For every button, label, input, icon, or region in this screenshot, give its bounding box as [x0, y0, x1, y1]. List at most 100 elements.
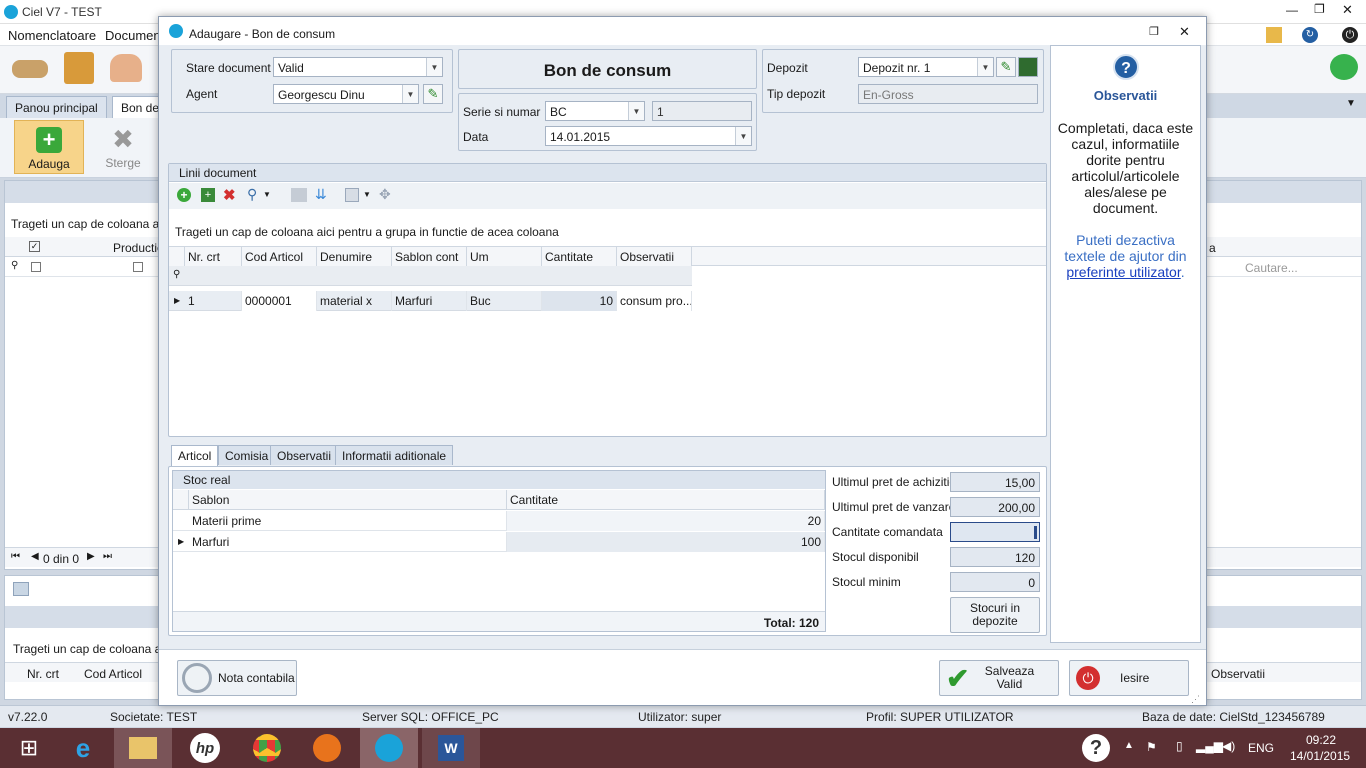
col-cod-articol[interactable]: Cod Articol: [242, 247, 317, 267]
text-cursor: [1034, 526, 1037, 539]
table-row[interactable]: ▶ 1 0000001 material x Marfuri Buc 10 co…: [169, 291, 692, 311]
layout-icon[interactable]: [13, 582, 29, 596]
signal-icon[interactable]: ▂▄▆: [1196, 739, 1223, 753]
col-nr-crt[interactable]: Nr. crt: [185, 247, 242, 267]
taskbar-chrome[interactable]: [238, 728, 296, 768]
chevron-down-icon[interactable]: ▼: [628, 102, 644, 120]
col-sablon-cont[interactable]: Sablon cont: [392, 247, 467, 267]
observatii-text: Completati, daca este cazul, informatiil…: [1057, 120, 1194, 216]
network-icon[interactable]: ⚑: [1146, 740, 1157, 754]
chevron-down-icon[interactable]: ▼: [1346, 98, 1356, 109]
chat-bubble-icon[interactable]: [1330, 54, 1358, 80]
import-icon[interactable]: ⇊: [315, 186, 327, 203]
handshake-icon[interactable]: [12, 60, 48, 78]
nav-next-icon[interactable]: ▶: [87, 551, 95, 562]
col-cantitate[interactable]: Cantitate: [542, 247, 617, 267]
edit-pencil-icon[interactable]: ✎: [423, 84, 443, 104]
add-button[interactable]: + Adauga: [14, 120, 84, 174]
tab-comisia[interactable]: Comisia: [218, 445, 276, 465]
search-placeholder[interactable]: Cautare...: [1245, 261, 1298, 275]
taskbar-hp[interactable]: hp: [176, 728, 234, 768]
restore-icon[interactable]: ❐: [1314, 2, 1325, 16]
help-icon[interactable]: ?: [1082, 734, 1110, 762]
start-button[interactable]: ⊞: [0, 728, 58, 768]
dialog-close-icon[interactable]: ✕: [1179, 24, 1190, 40]
menu-nomenclatoare[interactable]: Nomenclatoare: [8, 28, 96, 43]
col-fragment: a: [1209, 241, 1216, 255]
chevron-down-icon[interactable]: ▼: [402, 85, 418, 103]
folder-icon: [129, 737, 157, 759]
nav-first-icon[interactable]: ⏮: [11, 551, 20, 562]
help-circle-icon[interactable]: ↻: [1302, 27, 1318, 43]
depozit-select[interactable]: Depozit nr. 1 ▼: [858, 57, 994, 77]
add-multiple-icon[interactable]: +: [201, 188, 215, 202]
filter-checkbox-2[interactable]: [133, 262, 143, 272]
power-icon[interactable]: ⏻: [1342, 27, 1358, 43]
delete-line-icon[interactable]: ✖: [223, 186, 236, 204]
comandata-input[interactable]: [950, 522, 1040, 542]
clock-date[interactable]: 14/01/2015: [1290, 749, 1350, 763]
bottom-tabs: Articol Comisia Observatii Informatii ad…: [171, 445, 611, 467]
depozit-value: Depozit nr. 1: [863, 61, 931, 75]
col-denumire[interactable]: Denumire: [317, 247, 392, 267]
serie-label: Serie si numar: [463, 105, 541, 119]
chevron-down-icon[interactable]: ▼: [426, 58, 442, 76]
language-indicator[interactable]: ENG: [1248, 741, 1274, 755]
taskbar-firefox[interactable]: [298, 728, 356, 768]
filter-checkbox[interactable]: [31, 262, 41, 272]
print-icon[interactable]: [291, 188, 307, 202]
taskbar-word[interactable]: W: [422, 728, 480, 768]
col-cantitate[interactable]: Cantitate: [507, 490, 825, 510]
tab-informatii-aditionale[interactable]: Informatii aditionale: [335, 445, 454, 465]
select-all-checkbox[interactable]: ✓: [29, 241, 40, 252]
dialog-restore-icon[interactable]: ❐: [1149, 25, 1159, 38]
serie-select[interactable]: BC ▼: [545, 101, 645, 121]
save-valid-button[interactable]: ✔ Salveaza Valid: [939, 660, 1059, 696]
volume-icon[interactable]: ◀): [1222, 739, 1235, 753]
nav-prev-icon[interactable]: ◀: [31, 551, 39, 562]
stocuri-depozite-button[interactable]: Stocuri in depozite: [950, 597, 1040, 633]
close-icon[interactable]: ✕: [1342, 2, 1353, 18]
search-icon[interactable]: ⚲: [247, 186, 257, 203]
stare-select[interactable]: Valid ▼: [273, 57, 443, 77]
taskbar-ciel[interactable]: [360, 728, 418, 768]
users-icon[interactable]: [110, 54, 142, 82]
chevron-down-icon[interactable]: ▼: [263, 190, 271, 199]
tab-observatii[interactable]: Observatii: [270, 445, 339, 465]
x-icon: ✖: [112, 124, 134, 154]
col-um[interactable]: Um: [467, 247, 542, 267]
chevron-down-icon[interactable]: ▼: [363, 190, 371, 199]
data-picker[interactable]: 14.01.2015 ▼: [545, 126, 752, 146]
chevron-down-icon[interactable]: ▼: [977, 58, 993, 76]
resize-grip-icon[interactable]: ⋰: [1191, 694, 1200, 705]
table-row[interactable]: ▶ Marfuri 100: [173, 532, 825, 552]
agent-select[interactable]: Georgescu Dinu ▼: [273, 84, 419, 104]
move-icon[interactable]: ✥: [379, 186, 391, 203]
preferinte-link[interactable]: preferinte utilizator: [1066, 264, 1180, 280]
layout-icon[interactable]: [345, 188, 359, 202]
tray-chevron-icon[interactable]: ▲: [1124, 740, 1134, 751]
delete-button[interactable]: ✖ Sterge: [88, 120, 158, 174]
warehouse-icon[interactable]: [1018, 57, 1038, 77]
edit-pencil-icon[interactable]: ✎: [996, 57, 1016, 77]
tab-articol[interactable]: Articol: [171, 445, 219, 467]
help-icon: ?: [1113, 54, 1139, 80]
add-line-icon[interactable]: +: [177, 188, 191, 202]
nota-contabila-button[interactable]: Nota contabila: [177, 660, 297, 696]
minimize-icon[interactable]: —: [1286, 3, 1298, 17]
lines-filter-row[interactable]: ⚲: [169, 266, 692, 286]
battery-icon[interactable]: ▯: [1176, 739, 1183, 753]
table-row[interactable]: Materii prime 20: [173, 511, 825, 531]
settings-icon[interactable]: [1266, 27, 1282, 43]
tab-panou-principal[interactable]: Panou principal: [6, 96, 107, 118]
menu-documente[interactable]: Documen: [105, 28, 161, 43]
col-sablon[interactable]: Sablon: [189, 490, 507, 510]
taskbar-explorer[interactable]: [114, 728, 172, 768]
chevron-down-icon[interactable]: ▼: [735, 127, 751, 145]
taskbar-ie[interactable]: e: [54, 728, 112, 768]
exit-button[interactable]: ⏻ Iesire: [1069, 660, 1189, 696]
package-icon[interactable]: [64, 52, 94, 84]
clock-time[interactable]: 09:22: [1306, 733, 1336, 747]
col-observatii[interactable]: Observatii: [617, 247, 692, 267]
nav-last-icon[interactable]: ⏭: [103, 551, 112, 562]
